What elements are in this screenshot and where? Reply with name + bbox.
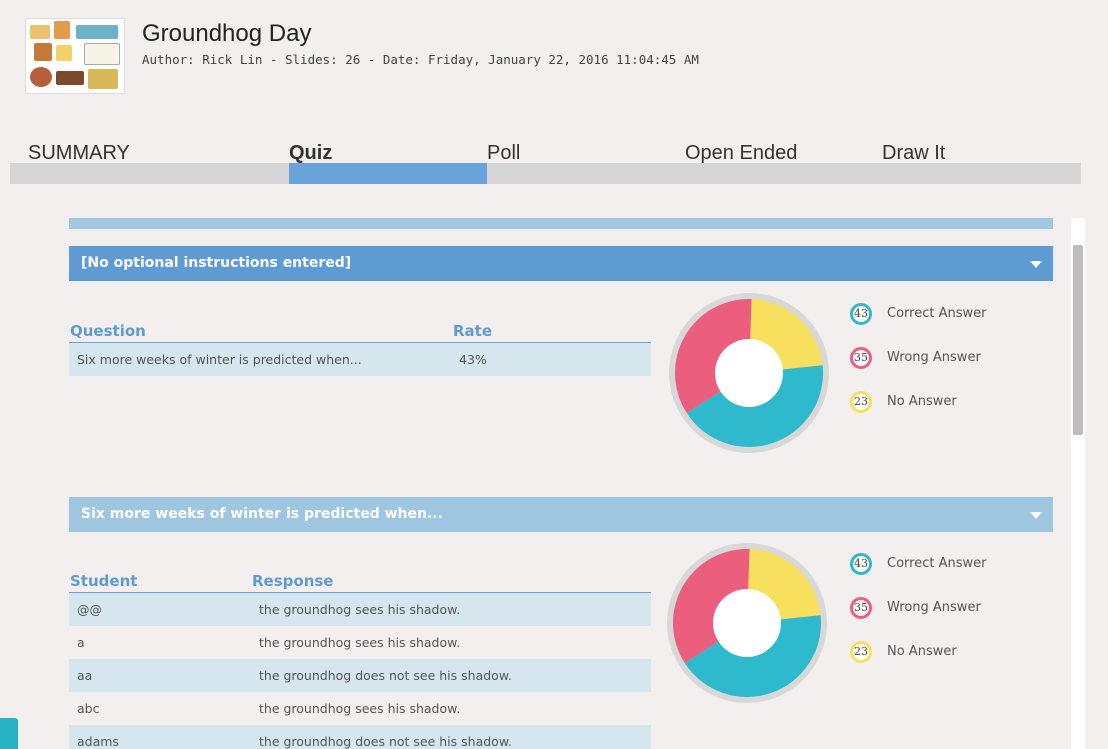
chevron-down-icon[interactable] bbox=[1030, 261, 1042, 268]
question-cell: Six more weeks of winter is predicted wh… bbox=[77, 352, 362, 367]
table-row[interactable]: @@ the groundhog sees his shadow. bbox=[69, 593, 651, 626]
scrollbar-thumb[interactable] bbox=[1073, 245, 1083, 435]
section-instructions-bar[interactable]: [No optional instructions entered] bbox=[69, 246, 1053, 281]
presentation-title: Groundhog Day bbox=[142, 20, 312, 47]
donut-hole bbox=[713, 589, 781, 657]
column-header-question: Question bbox=[70, 322, 146, 340]
correct-count-badge: 43 bbox=[850, 553, 872, 575]
table-row[interactable]: adams the groundhog does not see his sha… bbox=[69, 725, 651, 749]
tab-summary[interactable]: SUMMARY bbox=[28, 142, 130, 165]
legend-label: Wrong Answer bbox=[887, 600, 981, 615]
quiz-content: [No optional instructions entered] Quest… bbox=[0, 218, 1108, 749]
student-cell: @@ bbox=[77, 602, 102, 617]
no-answer-count-badge: 23 bbox=[850, 641, 872, 663]
no-answer-count-badge: 23 bbox=[850, 391, 872, 413]
section-question-bar[interactable]: Six more weeks of winter is predicted wh… bbox=[69, 497, 1053, 532]
response-cell: the groundhog sees his shadow. bbox=[259, 701, 461, 716]
section-instructions-label: [No optional instructions entered] bbox=[81, 255, 352, 271]
presentation-meta: Author: Rick Lin - Slides: 26 - Date: Fr… bbox=[142, 52, 699, 67]
collapsed-section-bar[interactable] bbox=[69, 218, 1053, 229]
response-donut-chart bbox=[667, 543, 827, 703]
student-cell: aa bbox=[77, 668, 93, 683]
column-header-student: Student bbox=[70, 572, 138, 590]
legend-label: No Answer bbox=[887, 644, 957, 659]
chevron-down-icon[interactable] bbox=[1030, 512, 1042, 519]
legend-label: Correct Answer bbox=[887, 556, 987, 571]
presentation-thumbnail bbox=[25, 18, 125, 94]
response-cell: the groundhog does not see his shadow. bbox=[259, 734, 512, 749]
tab-quiz[interactable]: Quiz bbox=[289, 142, 332, 165]
wrong-count-badge: 35 bbox=[850, 597, 872, 619]
student-cell: abc bbox=[77, 701, 100, 716]
table-row[interactable]: abc the groundhog sees his shadow. bbox=[69, 692, 651, 725]
report-header: Groundhog Day Author: Rick Lin - Slides:… bbox=[0, 0, 1108, 120]
legend-label: No Answer bbox=[887, 394, 957, 409]
tab-poll[interactable]: Poll bbox=[487, 142, 520, 165]
column-header-response: Response bbox=[252, 572, 334, 590]
table-row[interactable]: aa the groundhog does not see his shadow… bbox=[69, 659, 651, 692]
side-tab-handle[interactable] bbox=[0, 718, 18, 749]
response-cell: the groundhog does not see his shadow. bbox=[259, 668, 512, 683]
rate-cell: 43% bbox=[459, 352, 487, 367]
legend-label: Correct Answer bbox=[887, 306, 987, 321]
tab-bar: SUMMARY Quiz Poll Open Ended Draw It bbox=[0, 140, 1108, 186]
answer-donut-chart bbox=[669, 293, 829, 453]
response-cell: the groundhog sees his shadow. bbox=[259, 602, 461, 617]
table-row[interactable]: Six more weeks of winter is predicted wh… bbox=[69, 343, 651, 376]
student-cell: adams bbox=[77, 734, 119, 749]
legend-label: Wrong Answer bbox=[887, 350, 981, 365]
section-question-label: Six more weeks of winter is predicted wh… bbox=[81, 506, 443, 522]
student-cell: a bbox=[77, 635, 85, 650]
wrong-count-badge: 35 bbox=[850, 347, 872, 369]
donut-hole bbox=[715, 339, 783, 407]
tab-open-ended[interactable]: Open Ended bbox=[685, 142, 797, 165]
table-row[interactable]: a the groundhog sees his shadow. bbox=[69, 626, 651, 659]
correct-count-badge: 43 bbox=[850, 303, 872, 325]
column-header-rate: Rate bbox=[453, 322, 493, 340]
response-cell: the groundhog sees his shadow. bbox=[259, 635, 461, 650]
tab-draw-it[interactable]: Draw It bbox=[882, 142, 945, 165]
